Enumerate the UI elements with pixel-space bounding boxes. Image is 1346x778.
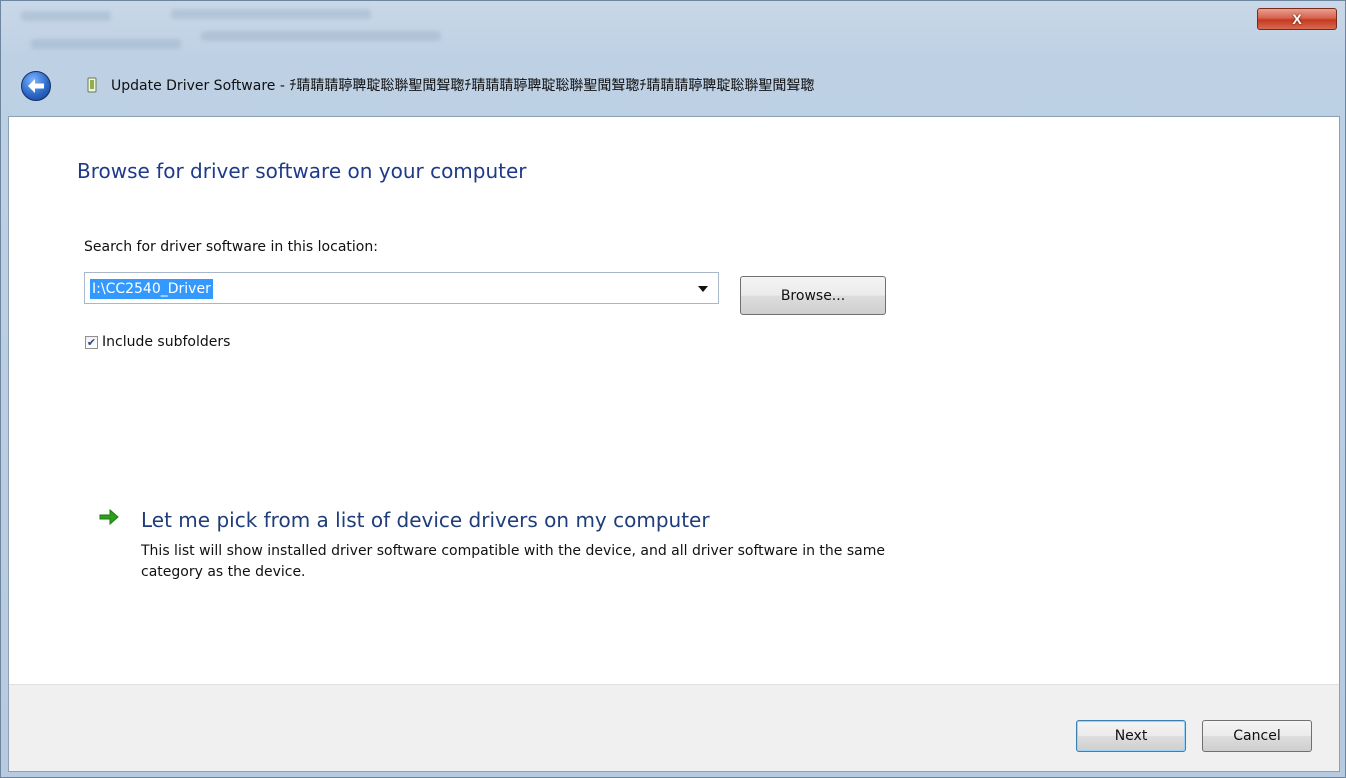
page-heading: Browse for driver software on your compu… xyxy=(77,159,527,183)
browse-button[interactable]: Browse... xyxy=(740,276,886,315)
chevron-down-icon[interactable] xyxy=(698,286,708,292)
include-subfolders-label[interactable]: Include subfolders xyxy=(102,334,230,350)
update-driver-window: X Update Driver Software - ﻿ﾁ聙聙聙聤聛聢聡聨聖聞聟… xyxy=(0,0,1346,778)
dialog-footer: Next Cancel xyxy=(9,684,1339,771)
content-panel: Browse for driver software on your compu… xyxy=(8,116,1340,772)
driver-path-combobox[interactable]: I:\CC2540_Driver xyxy=(84,272,719,304)
window-title: Update Driver Software - ﻿ﾁ聙聙聙聤聛聢聡聨聖聞聟聦ﾁ… xyxy=(111,75,1291,95)
green-arrow-icon[interactable] xyxy=(98,508,120,526)
close-button[interactable]: X xyxy=(1257,8,1337,30)
back-arrow-icon xyxy=(28,79,44,93)
search-location-label: Search for driver software in this locat… xyxy=(84,239,378,255)
device-icon xyxy=(87,77,97,93)
close-icon: X xyxy=(1292,11,1302,27)
window-title-text: Update Driver Software - ﻿ﾁ聙聙聙聤聛聢聡聨聖聞聟聦ﾁ… xyxy=(111,78,815,94)
include-subfolders-checkbox[interactable]: ✔ xyxy=(85,336,98,349)
pick-from-list-link[interactable]: Let me pick from a list of device driver… xyxy=(141,508,710,532)
checkmark-icon: ✔ xyxy=(86,336,97,349)
driver-path-value[interactable]: I:\CC2540_Driver xyxy=(90,279,213,299)
cancel-button[interactable]: Cancel xyxy=(1202,720,1312,752)
next-button[interactable]: Next xyxy=(1076,720,1186,752)
background-blur xyxy=(1,1,1346,61)
back-button[interactable] xyxy=(21,71,51,101)
pick-from-list-description: This list will show installed driver sof… xyxy=(141,543,885,580)
